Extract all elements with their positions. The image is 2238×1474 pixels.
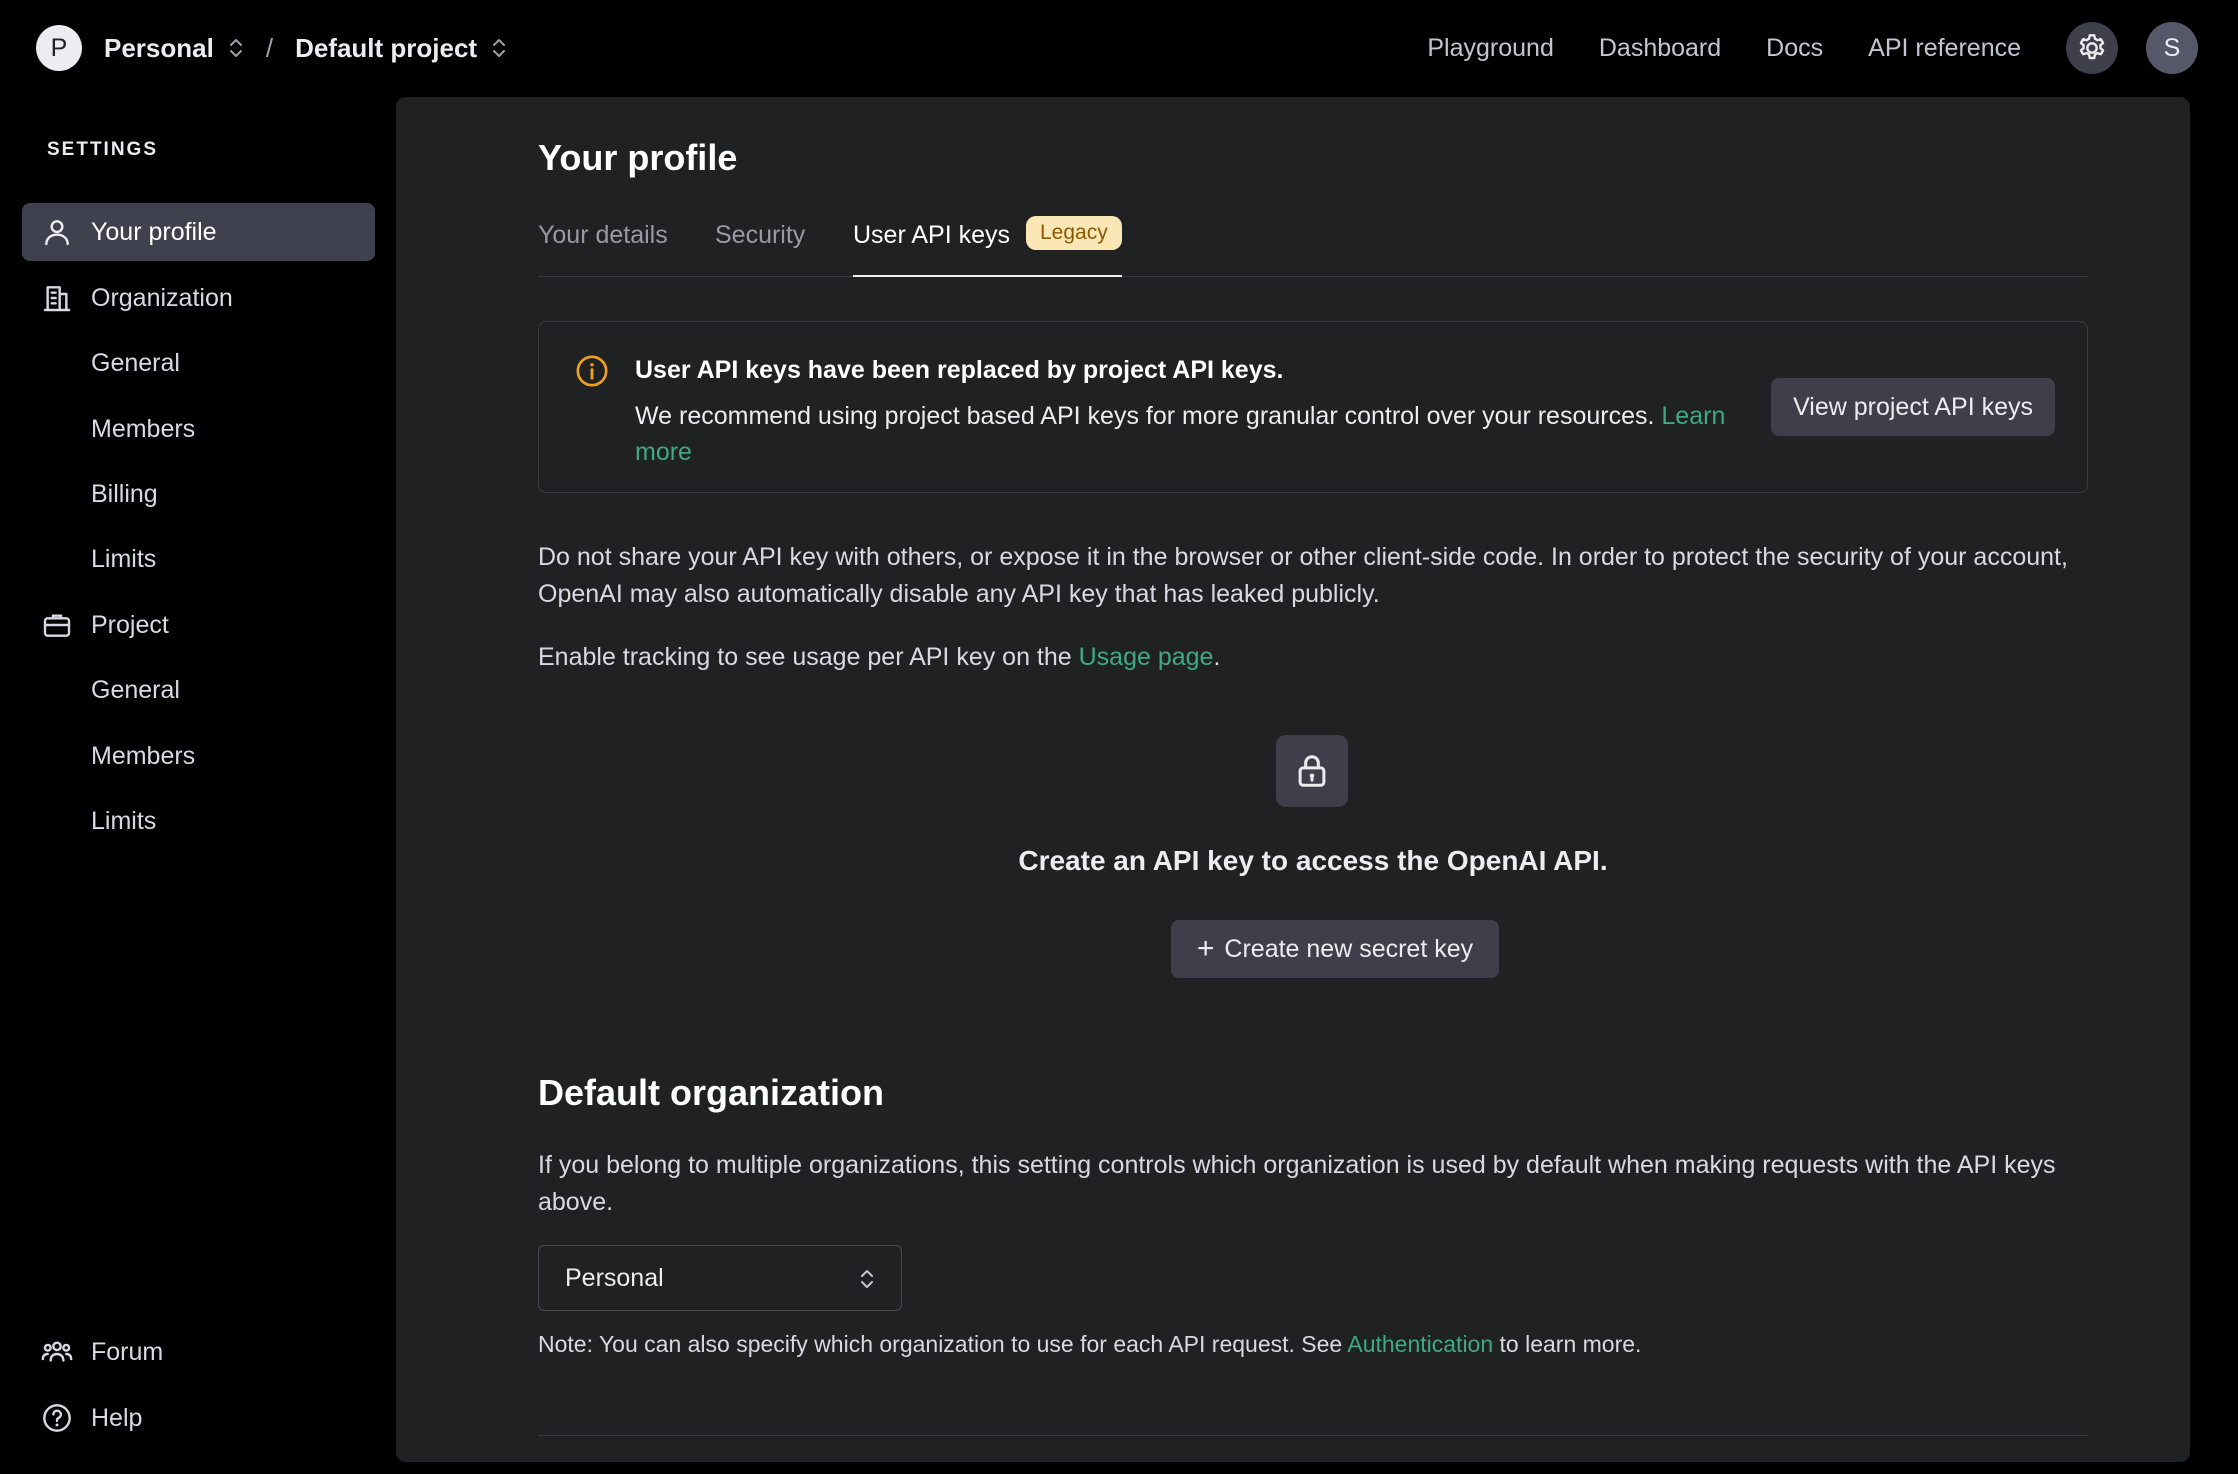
settings-button[interactable] — [2066, 22, 2118, 74]
top-nav: Playground Dashboard Docs API reference … — [1427, 22, 2238, 74]
api-key-warning: Do not share your API key with others, o… — [538, 543, 2068, 608]
briefcase-icon — [39, 607, 75, 643]
section-divider — [538, 1435, 2088, 1436]
tab-user-api-keys[interactable]: User API keys Legacy — [853, 216, 1122, 277]
sidebar-item-project[interactable]: Project — [22, 596, 375, 654]
sidebar-item-project-members[interactable]: Members — [22, 727, 375, 785]
notice-text: We recommend using project based API key… — [635, 398, 1745, 470]
legacy-badge: Legacy — [1026, 216, 1122, 250]
sidebar-item-org-billing[interactable]: Billing — [22, 465, 375, 523]
main-panel: Your profile Your details Security User … — [396, 97, 2190, 1462]
nav-api-reference[interactable]: API reference — [1868, 34, 2021, 63]
sidebar-item-label: Limits — [91, 544, 157, 573]
sidebar-item-label: Project — [91, 610, 169, 639]
authentication-link[interactable]: Authentication — [1347, 1331, 1493, 1357]
sidebar-item-label: Billing — [91, 479, 158, 508]
building-icon — [39, 280, 75, 316]
org-switcher[interactable]: Personal — [104, 33, 214, 64]
sidebar-item-project-limits[interactable]: Limits — [22, 792, 375, 850]
sidebar-heading: SETTINGS — [47, 139, 159, 160]
tab-label: Your details — [538, 221, 668, 249]
tracking-text: Enable tracking to see usage per API key… — [538, 639, 2088, 676]
notice-title: User API keys have been replaced by proj… — [635, 356, 1284, 384]
sidebar-item-your-profile[interactable]: Your profile — [22, 203, 375, 261]
sidebar-item-project-general[interactable]: General — [22, 661, 375, 719]
help-circle-icon — [39, 1400, 75, 1436]
person-icon — [39, 214, 75, 250]
empty-state-title: Create an API key to access the OpenAI A… — [1018, 845, 1608, 876]
default-org-select[interactable]: Personal — [538, 1245, 902, 1311]
nav-dashboard[interactable]: Dashboard — [1599, 34, 1721, 63]
sidebar-item-label: General — [91, 348, 180, 377]
view-project-api-keys-button[interactable]: View project API keys — [1771, 378, 2055, 436]
nav-docs[interactable]: Docs — [1766, 34, 1823, 63]
chevron-updown-icon[interactable] — [228, 36, 244, 60]
sidebar-item-organization[interactable]: Organization — [22, 269, 375, 327]
default-org-title: Default organization — [538, 1072, 885, 1113]
button-label: Create new secret key — [1224, 934, 1474, 963]
create-secret-key-button[interactable]: + Create new secret key — [1171, 920, 1499, 978]
select-value: Personal — [565, 1263, 664, 1292]
breadcrumb-separator: / — [265, 32, 274, 63]
plus-icon: + — [1196, 932, 1215, 965]
tab-label: Security — [715, 221, 806, 249]
org-note: Note: You can also specify which organiz… — [538, 1331, 1641, 1358]
chevron-updown-icon[interactable] — [491, 36, 507, 60]
tracking-prefix: Enable tracking to see usage per API key… — [538, 643, 1079, 671]
breadcrumb: P Personal / Default project — [36, 24, 507, 72]
note-suffix: to learn more. — [1493, 1331, 1642, 1357]
tracking-suffix: . — [1213, 643, 1221, 671]
nav-playground[interactable]: Playground — [1427, 34, 1553, 63]
sidebar-item-label: Help — [91, 1403, 143, 1432]
sidebar-item-org-limits[interactable]: Limits — [22, 530, 375, 588]
top-bar: P Personal / Default project Playground … — [0, 0, 2238, 97]
info-icon — [576, 355, 608, 387]
sidebar-item-help[interactable]: Help — [22, 1389, 375, 1447]
default-org-description: If you belong to multiple organizations,… — [538, 1151, 2056, 1216]
tab-your-details[interactable]: Your details — [538, 217, 668, 277]
lock-tile — [1276, 735, 1348, 807]
usage-page-link[interactable]: Usage page — [1079, 643, 1214, 671]
project-switcher[interactable]: Default project — [295, 33, 477, 64]
notice-body: We recommend using project based API key… — [635, 402, 1655, 430]
people-icon — [39, 1334, 75, 1370]
tab-label: User API keys — [853, 221, 1010, 249]
sidebar-item-label: Your profile — [91, 217, 217, 246]
gear-icon — [2079, 34, 2105, 60]
sidebar-item-org-general[interactable]: General — [22, 334, 375, 392]
sidebar-item-org-members[interactable]: Members — [22, 400, 375, 458]
sidebar-item-label: General — [91, 675, 180, 704]
tab-security[interactable]: Security — [715, 217, 805, 277]
sidebar-item-forum[interactable]: Forum — [22, 1323, 375, 1381]
lock-icon — [1298, 755, 1326, 787]
deprecation-notice: User API keys have been replaced by proj… — [538, 321, 2088, 493]
org-avatar[interactable]: P — [36, 25, 82, 71]
sidebar-item-label: Members — [91, 414, 196, 443]
page-title: Your profile — [538, 137, 738, 178]
sidebar-item-label: Organization — [91, 283, 233, 312]
sidebar-item-label: Limits — [91, 806, 157, 835]
profile-tabs: Your details Security User API keys Lega… — [538, 216, 2088, 277]
sidebar: SETTINGS Your profile Organization Gener… — [0, 97, 396, 1474]
note-prefix: Note: You can also specify which organiz… — [538, 1331, 1348, 1357]
chevron-updown-icon — [861, 1270, 873, 1288]
sidebar-item-label: Forum — [91, 1337, 164, 1366]
sidebar-item-label: Members — [91, 741, 196, 770]
user-avatar[interactable]: S — [2146, 22, 2198, 74]
